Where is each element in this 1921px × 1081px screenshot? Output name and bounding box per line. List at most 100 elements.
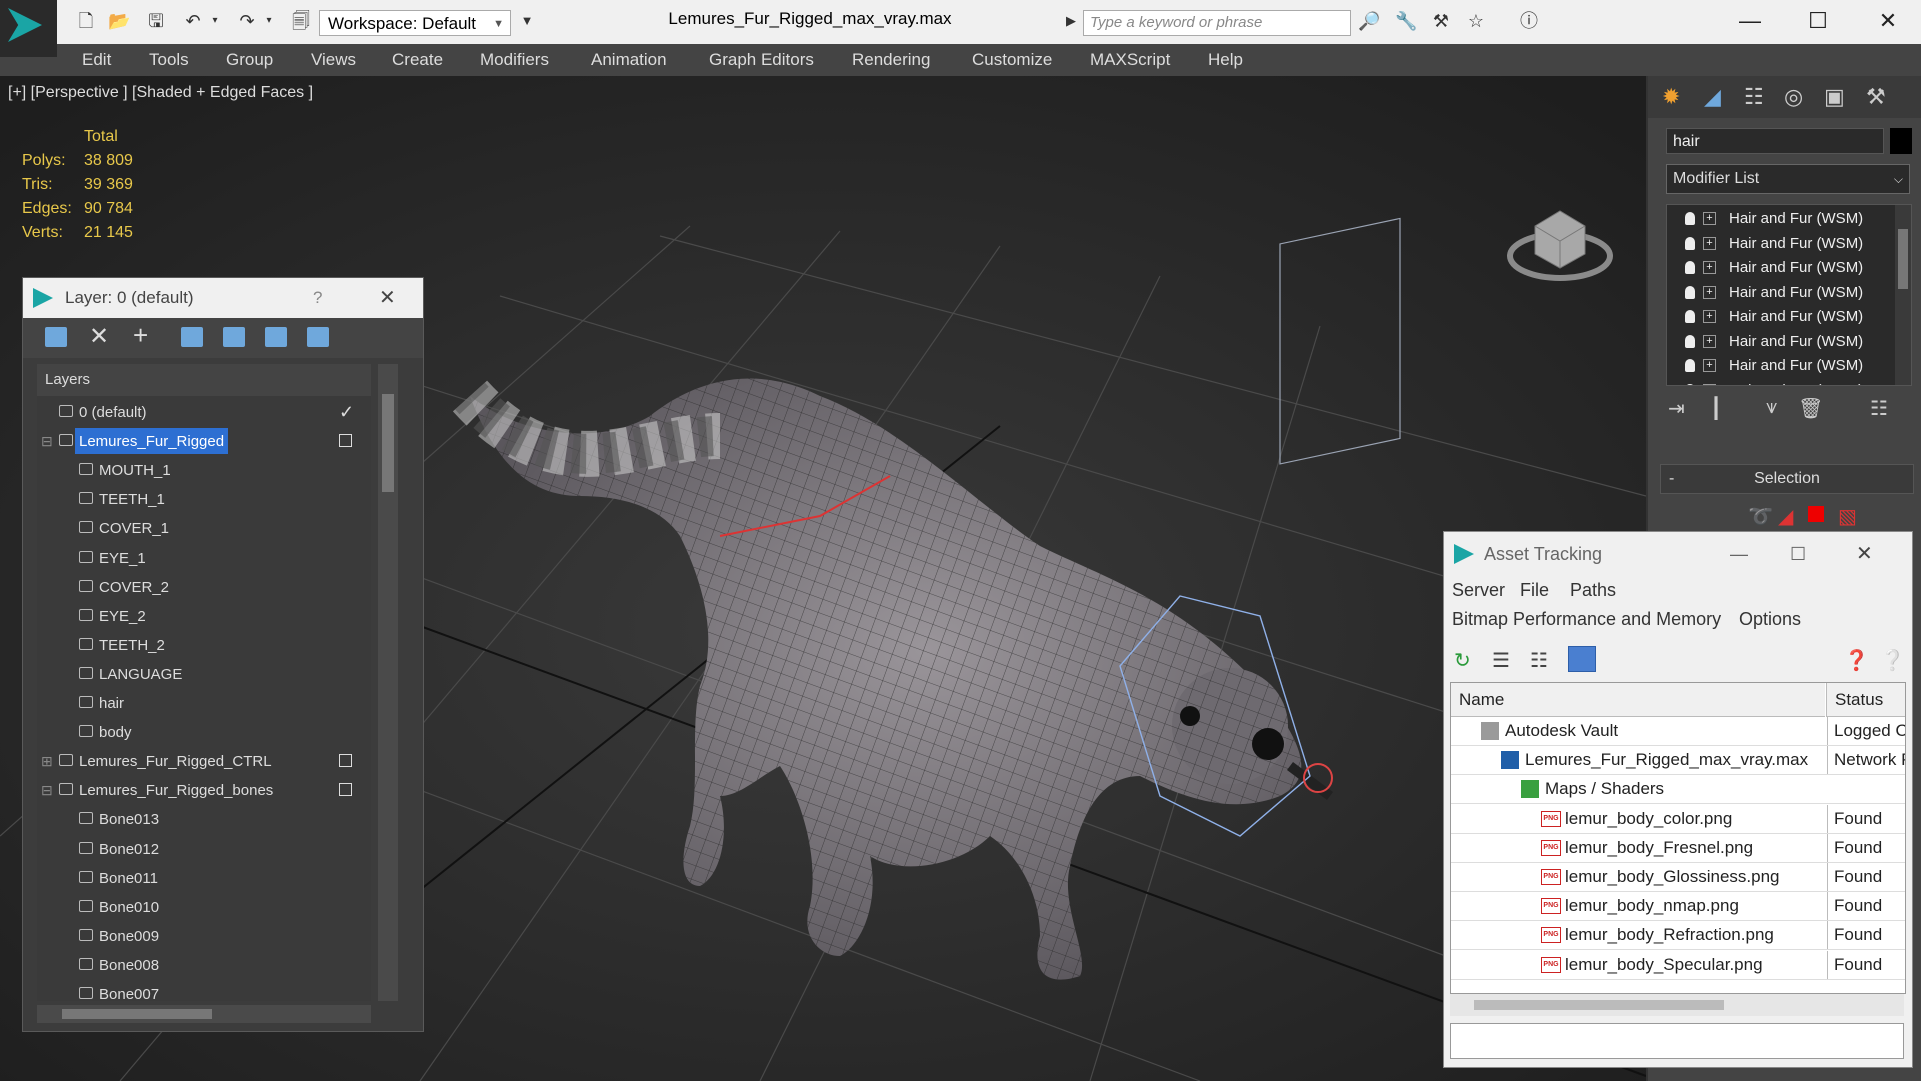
lightbulb-icon[interactable] bbox=[1685, 212, 1695, 225]
maximize-button[interactable]: ☐ bbox=[1790, 532, 1806, 576]
maximize-button[interactable]: ☐ bbox=[1798, 6, 1838, 36]
modifier-stack-item[interactable]: + Hair and Fur (WSM) bbox=[1667, 379, 1895, 385]
close-button[interactable]: ✕ bbox=[379, 278, 396, 318]
asset-row[interactable]: Autodesk Vault Logged O bbox=[1451, 717, 1905, 746]
menu-customize[interactable]: Customize bbox=[972, 50, 1052, 70]
infocenter-toggle-icon[interactable]: ▶ bbox=[1060, 10, 1082, 32]
lightbulb-icon[interactable] bbox=[1685, 383, 1695, 385]
tree-view-icon[interactable]: ☷ bbox=[1530, 648, 1548, 673]
favorites-icon[interactable]: ☆ bbox=[1465, 10, 1487, 32]
asset-row[interactable]: PNG lemur_body_Glossiness.png Found bbox=[1451, 863, 1905, 892]
menu-rendering[interactable]: Rendering bbox=[852, 50, 930, 70]
expand-icon[interactable]: + bbox=[1703, 383, 1716, 385]
table-view-icon[interactable] bbox=[1568, 646, 1596, 672]
utilities-tab-icon[interactable]: ⚒ bbox=[1866, 84, 1886, 110]
asset-row[interactable]: Lemures_Fur_Rigged_max_vray.max Network P bbox=[1451, 746, 1905, 776]
menu-bitmap-performance[interactable]: Bitmap Performance and Memory bbox=[1452, 609, 1721, 630]
layer-object-row[interactable]: Bone008 bbox=[37, 951, 371, 979]
modifier-stack-item[interactable]: + Hair and Fur (WSM) bbox=[1667, 256, 1895, 280]
layer-object-row[interactable]: Bone009 bbox=[37, 922, 371, 950]
lightbulb-icon[interactable] bbox=[1685, 334, 1695, 348]
modify-tab-icon[interactable]: ◢ bbox=[1704, 84, 1721, 110]
menu-edit[interactable]: Edit bbox=[82, 50, 111, 70]
collapse-icon[interactable]: ⊟ bbox=[41, 776, 53, 804]
layer-object-row[interactable]: Bone012 bbox=[37, 835, 371, 863]
expand-icon[interactable]: + bbox=[1703, 310, 1716, 323]
guide-selection-icon[interactable]: ➰ bbox=[1748, 504, 1773, 529]
polygon-selection-icon[interactable] bbox=[1808, 506, 1824, 522]
layer-object-row[interactable]: COVER_1 bbox=[37, 514, 371, 542]
scrollbar-thumb[interactable] bbox=[1474, 1000, 1724, 1010]
motion-tab-icon[interactable]: ◎ bbox=[1784, 84, 1803, 110]
new-file-icon[interactable]: 🗋 bbox=[75, 10, 97, 32]
menu-graph-editors[interactable]: Graph Editors bbox=[709, 50, 814, 70]
menu-options[interactable]: Options bbox=[1739, 609, 1801, 630]
expand-icon[interactable]: + bbox=[1703, 261, 1716, 274]
modifier-stack-item[interactable]: + Hair and Fur (WSM) bbox=[1667, 354, 1895, 378]
hierarchy-tab-icon[interactable]: ☷ bbox=[1744, 84, 1764, 110]
layer-object-row[interactable]: TEETH_1 bbox=[37, 485, 371, 513]
layer-object-row[interactable]: hair bbox=[37, 689, 371, 717]
layer-object-row[interactable]: COVER_2 bbox=[37, 573, 371, 601]
select-objects-icon[interactable] bbox=[181, 327, 203, 347]
highlight-layer-icon[interactable] bbox=[223, 327, 245, 347]
list-view-icon[interactable]: ☰ bbox=[1492, 648, 1510, 673]
expand-icon[interactable]: ⊞ bbox=[41, 747, 53, 775]
modifier-stack-item[interactable]: + Hair and Fur (WSM) bbox=[1667, 281, 1895, 305]
menu-server[interactable]: Server bbox=[1452, 580, 1505, 601]
layer-object-row[interactable]: LANGUAGE bbox=[37, 660, 371, 688]
make-unique-icon[interactable]: ⩛ bbox=[1766, 396, 1777, 419]
menu-help[interactable]: Help bbox=[1208, 50, 1243, 70]
lightbulb-icon[interactable] bbox=[1685, 359, 1695, 372]
hide-layers-icon[interactable] bbox=[265, 327, 287, 347]
open-file-icon[interactable]: 📂 bbox=[108, 10, 130, 32]
remove-modifier-icon[interactable]: 🗑 bbox=[1798, 396, 1823, 421]
show-end-result-icon[interactable]: ┃ bbox=[1710, 396, 1722, 421]
layer-vertical-scrollbar[interactable] bbox=[378, 364, 398, 1001]
layer-row[interactable]: ⊟ Lemures_Fur_Rigged bbox=[37, 427, 371, 455]
pin-stack-icon[interactable]: ⇥ bbox=[1668, 396, 1685, 421]
context-help-icon[interactable]: ❔ bbox=[1880, 648, 1905, 673]
menu-animation[interactable]: Animation bbox=[591, 50, 667, 70]
close-button[interactable]: ✕ bbox=[1868, 6, 1908, 36]
asset-row[interactable]: PNG lemur_body_Fresnel.png Found bbox=[1451, 833, 1905, 863]
menu-views[interactable]: Views bbox=[311, 50, 356, 70]
layer-horizontal-scrollbar[interactable] bbox=[37, 1005, 371, 1023]
set-current-layer-checkbox[interactable] bbox=[339, 754, 352, 768]
menu-modifiers[interactable]: Modifiers bbox=[480, 50, 549, 70]
minimize-button[interactable]: — bbox=[1730, 6, 1770, 36]
expand-icon[interactable]: + bbox=[1703, 285, 1716, 299]
customize-toolbar-icon[interactable]: ▼ bbox=[516, 10, 538, 32]
scrollbar-thumb[interactable] bbox=[62, 1009, 212, 1019]
expand-icon[interactable]: + bbox=[1703, 334, 1716, 348]
help-icon[interactable]: ❓ bbox=[1844, 648, 1869, 673]
lightbulb-icon[interactable] bbox=[1685, 236, 1695, 250]
menu-tools[interactable]: Tools bbox=[149, 50, 189, 70]
current-layer-check-icon[interactable]: ✓ bbox=[339, 398, 354, 426]
communication-icon[interactable]: ⚒ bbox=[1430, 10, 1452, 32]
help-icon[interactable]: ⓘ bbox=[1518, 10, 1540, 32]
column-header-status[interactable]: Status bbox=[1826, 683, 1905, 717]
asset-row[interactable]: PNG lemur_body_nmap.png Found bbox=[1451, 892, 1905, 922]
column-header-name[interactable]: Name bbox=[1451, 683, 1825, 717]
lightbulb-icon[interactable] bbox=[1685, 261, 1695, 274]
menu-maxscript[interactable]: MAXScript bbox=[1090, 50, 1170, 70]
collapse-icon[interactable]: ⊟ bbox=[41, 427, 53, 455]
app-menu-button[interactable] bbox=[0, 0, 57, 57]
layer-object-row[interactable]: MOUTH_1 bbox=[37, 456, 371, 484]
refresh-icon[interactable]: ↻ bbox=[1454, 648, 1471, 673]
freeze-layers-icon[interactable] bbox=[307, 327, 329, 347]
binoculars-icon[interactable]: 🔎 bbox=[1358, 10, 1380, 32]
asset-row[interactable]: PNG lemur_body_Refraction.png Found bbox=[1451, 921, 1905, 951]
set-current-layer-checkbox[interactable] bbox=[339, 783, 352, 797]
lightbulb-icon[interactable] bbox=[1685, 310, 1695, 323]
lightbulb-icon[interactable] bbox=[1685, 285, 1695, 299]
modifier-stack-item[interactable]: + Hair and Fur (WSM) bbox=[1667, 232, 1895, 256]
selection-rollout[interactable]: - Selection bbox=[1660, 464, 1914, 494]
viewport-label[interactable]: [+] [Perspective ] [Shaded + Edged Faces… bbox=[8, 84, 313, 102]
undo-dropdown-icon[interactable]: ▾ bbox=[204, 10, 226, 32]
layer-tree-header[interactable]: Layers bbox=[37, 364, 371, 396]
scrollbar-thumb[interactable] bbox=[1898, 229, 1908, 289]
menu-paths[interactable]: Paths bbox=[1570, 580, 1616, 601]
modifier-stack-item[interactable]: + Hair and Fur (WSM) bbox=[1667, 207, 1895, 231]
